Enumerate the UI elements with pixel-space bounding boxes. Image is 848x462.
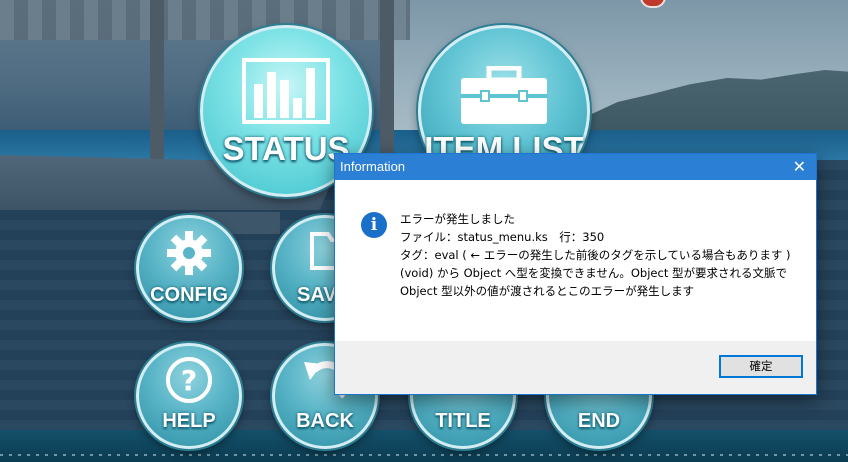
- briefcase-icon: [461, 66, 547, 124]
- end-label: END: [577, 410, 621, 432]
- message-line: (void) から Object へ型を変換できません。Object 型が要求さ…: [400, 266, 791, 298]
- close-icon[interactable]: ✕: [793, 157, 806, 177]
- dialog-titlebar: Information ✕: [335, 154, 816, 180]
- gear-icon: [167, 231, 211, 275]
- question-icon: ?: [166, 357, 212, 403]
- config-button[interactable]: CONFIG: [136, 215, 242, 321]
- dialog-footer: 確定: [335, 341, 816, 394]
- error-message: エラーが発生しました ファイル：status_menu.ks 行：350 タグ：…: [400, 210, 795, 300]
- message-line: エラーが発生しました: [400, 212, 515, 226]
- title-label: TITLE: [435, 410, 491, 432]
- svg-text:?: ?: [181, 364, 197, 397]
- pier-roof: [0, 0, 410, 40]
- info-icon: i: [361, 212, 387, 238]
- bottom-bar: [0, 430, 848, 462]
- back-label: BACK: [296, 410, 354, 432]
- message-line: タグ：eval ( ← エラーの発生した前後のタグを示している場合もあります ): [400, 248, 791, 262]
- bar-chart-icon: [242, 58, 330, 124]
- information-dialog: Information ✕ i エラーが発生しました ファイル：status_m…: [334, 153, 817, 395]
- config-label: CONFIG: [150, 284, 228, 306]
- dialog-body: i エラーが発生しました ファイル：status_menu.ks 行：350 タ…: [335, 180, 816, 341]
- dialog-title: Information: [340, 159, 406, 174]
- ok-button[interactable]: 確定: [719, 355, 803, 378]
- help-label: HELP: [162, 410, 216, 432]
- help-button[interactable]: ? HELP: [136, 343, 242, 449]
- message-line: ファイル：status_menu.ks 行：350: [400, 230, 605, 244]
